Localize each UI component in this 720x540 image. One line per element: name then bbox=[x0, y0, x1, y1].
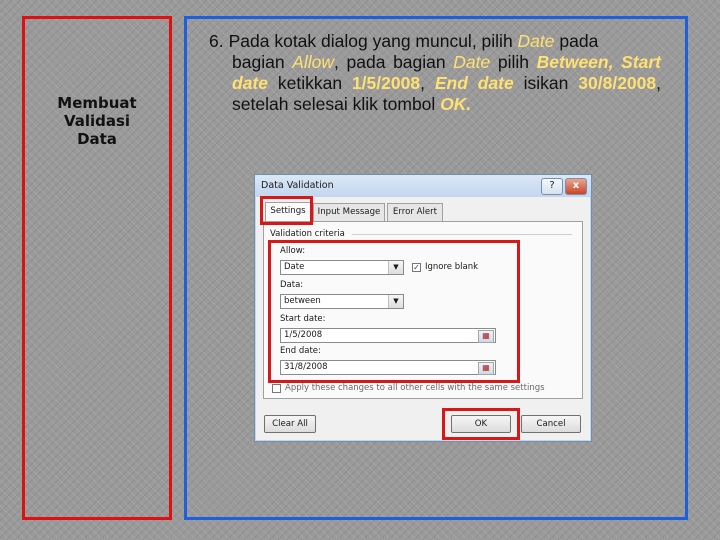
instruction-part: isikan bbox=[513, 73, 569, 93]
callout-criteria bbox=[268, 240, 520, 383]
highlight-date: Date bbox=[453, 52, 491, 72]
instruction-text: 6. Pada kotak dialog yang muncul, pilih D… bbox=[209, 31, 661, 115]
instruction-part: pada bbox=[554, 31, 599, 51]
highlight-end-value: 30/8/2008 bbox=[578, 73, 657, 93]
highlight-between: Between, bbox=[536, 52, 614, 72]
callout-ok-button bbox=[442, 408, 520, 440]
highlight-date: Date bbox=[517, 31, 555, 51]
sidebar-panel: Membuat Validasi Data bbox=[22, 16, 172, 520]
cancel-button[interactable]: Cancel bbox=[521, 415, 581, 433]
instruction-part: pilih bbox=[490, 52, 537, 72]
highlight-ok: OK. bbox=[440, 94, 472, 114]
dialog-title: Data Validation bbox=[261, 180, 334, 191]
group-label: Validation criteria bbox=[270, 229, 345, 239]
group-divider bbox=[352, 234, 572, 235]
tab-input-message[interactable]: Input Message bbox=[313, 203, 385, 221]
close-button[interactable]: x bbox=[565, 178, 587, 195]
instruction-part: , bbox=[420, 73, 435, 93]
clear-all-button[interactable]: Clear All bbox=[264, 415, 316, 433]
highlight-end-date: End date bbox=[434, 73, 514, 93]
instruction-indent: bagian Allow, pada bagian Date pilih Bet… bbox=[209, 52, 661, 115]
apply-all-checkbox[interactable] bbox=[272, 384, 281, 393]
apply-all-label: Apply these changes to all other cells w… bbox=[285, 383, 545, 393]
step-number: 6. bbox=[209, 31, 224, 51]
highlight-allow: Allow bbox=[292, 52, 335, 72]
instruction-part: ketikkan bbox=[267, 73, 352, 93]
dialog-titlebar: Data Validation ? x bbox=[255, 175, 591, 197]
help-button[interactable]: ? bbox=[541, 178, 563, 195]
tab-error-alert[interactable]: Error Alert bbox=[387, 203, 443, 221]
instruction-part: Pada kotak dialog yang muncul, pilih bbox=[228, 31, 518, 51]
callout-settings-tab bbox=[260, 196, 313, 225]
sidebar-title: Membuat Validasi Data bbox=[57, 94, 137, 148]
highlight-start-value: 1/5/2008 bbox=[351, 73, 421, 93]
instruction-part: bagian bbox=[232, 52, 293, 72]
instruction-part: , pada bagian bbox=[334, 52, 454, 72]
